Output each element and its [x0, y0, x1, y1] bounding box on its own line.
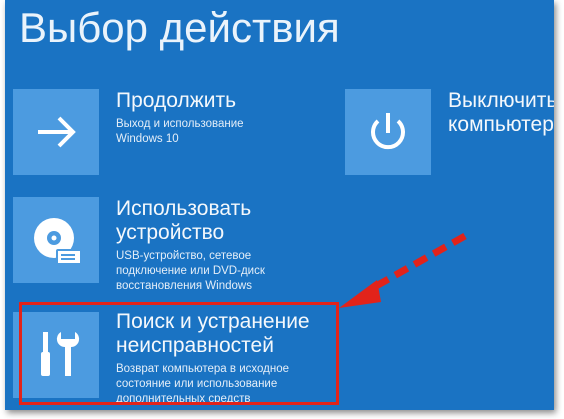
troubleshoot-description-line-1: Возврат компьютера в исходное [116, 363, 289, 375]
use-device-title-line-1: Использовать [116, 197, 252, 220]
troubleshoot-title-line-1: Поиск и устранение [116, 310, 310, 333]
use-device-description-line-3: восстановления Windows [116, 280, 252, 292]
troubleshoot-description-line-2: состояние или использование [116, 378, 278, 390]
troubleshoot-option[interactable]: Поиск и устранение неисправностей Возвра… [13, 310, 333, 410]
use-device-icon-tile [13, 197, 99, 283]
disc-drive-icon [34, 218, 82, 265]
recovery-screen: Выбор действия Продолжить Выход и исполь… [5, 0, 554, 410]
use-device-option[interactable]: Использовать устройство USB-устройство, … [13, 197, 313, 297]
use-device-title-line-2: устройство [116, 221, 225, 244]
power-icon [371, 113, 405, 150]
shutdown-title-line-1: Выключить [448, 89, 554, 112]
continue-option[interactable]: Продолжить Выход и использование Windows… [13, 89, 263, 179]
troubleshoot-description-line-3: дополнительных средств [116, 393, 251, 405]
troubleshoot-title-line-2: неисправностей [116, 334, 274, 357]
dashed-arrow-icon [339, 232, 467, 308]
tools-icon [41, 332, 80, 376]
use-device-description-line-1: USB-устройство, сетевое [116, 250, 252, 262]
use-device-description-line-2: подключение или DVD-диск [116, 265, 265, 277]
continue-icon-tile [13, 89, 99, 175]
continue-description: Выход и использование Windows 10 [116, 118, 244, 145]
shutdown-title-line-2: компьютер [448, 113, 554, 136]
arrow-right-icon [38, 116, 76, 148]
continue-title: Продолжить [116, 89, 237, 112]
shutdown-option[interactable]: Выключить компьютер [345, 89, 554, 179]
page-title: Выбор действия [19, 4, 340, 51]
troubleshoot-icon-tile [13, 312, 99, 398]
shutdown-icon-tile [345, 89, 431, 175]
